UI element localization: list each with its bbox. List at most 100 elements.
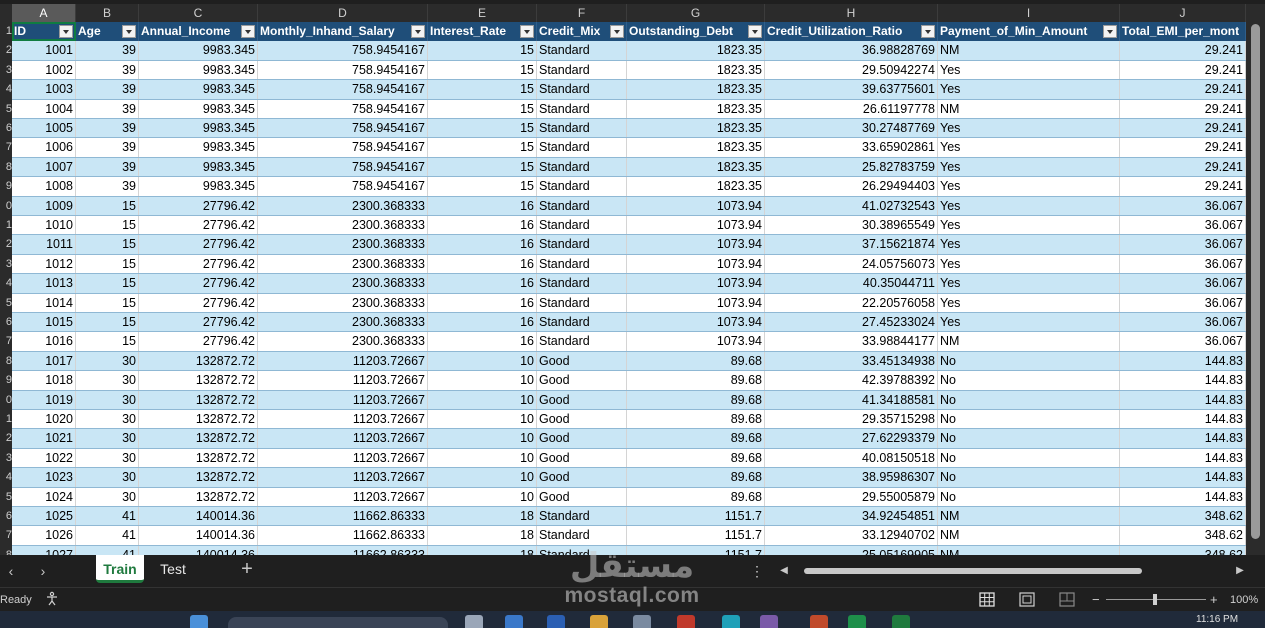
table-cell[interactable]: 11203.72667 [258, 448, 428, 469]
table-cell[interactable]: Yes [938, 138, 1120, 158]
table-cell[interactable]: 2300.368333 [258, 293, 428, 313]
taskbar-app-icon[interactable] [677, 615, 695, 628]
header-cell[interactable]: Monthly_Inhand_Salary [258, 22, 428, 42]
table-cell[interactable]: 29.241 [1120, 138, 1246, 158]
table-cell[interactable]: 39 [76, 157, 139, 178]
filter-dropdown-icon[interactable] [411, 25, 425, 38]
table-cell[interactable]: 758.9454167 [258, 60, 428, 81]
horizontal-scroll-track[interactable] [790, 564, 1234, 578]
table-cell[interactable]: 144.83 [1120, 429, 1246, 449]
table-cell[interactable]: 758.9454167 [258, 41, 428, 61]
table-cell[interactable]: 144.83 [1120, 390, 1246, 410]
table-cell[interactable]: 11203.72667 [258, 371, 428, 391]
table-cell[interactable]: 348.62 [1120, 507, 1246, 527]
table-cell[interactable]: Yes [938, 80, 1120, 100]
table-cell[interactable]: 29.55005879 [765, 487, 938, 507]
table-cell[interactable]: 1073.94 [627, 254, 765, 275]
table-cell[interactable]: No [938, 410, 1120, 430]
table-cell[interactable]: Yes [938, 293, 1120, 313]
table-cell[interactable]: 16 [428, 332, 537, 352]
table-cell[interactable]: 89.68 [627, 390, 765, 410]
table-cell[interactable]: Standard [537, 526, 627, 546]
table-cell[interactable]: 29.241 [1120, 60, 1246, 81]
table-cell[interactable]: 758.9454167 [258, 157, 428, 178]
table-cell[interactable]: 758.9454167 [258, 138, 428, 158]
table-cell[interactable]: 29.241 [1120, 177, 1246, 197]
scroll-left-icon[interactable]: ◀ [778, 564, 790, 578]
table-cell[interactable]: 41 [76, 526, 139, 546]
table-cell[interactable]: 10 [428, 448, 537, 469]
row-number[interactable]: 2 [0, 41, 12, 61]
row-number[interactable]: 6 [0, 313, 12, 333]
table-cell[interactable]: 89.68 [627, 448, 765, 469]
row-number[interactable]: 7 [0, 526, 12, 546]
table-cell[interactable]: 1001 [12, 41, 76, 61]
table-cell[interactable]: 41.02732543 [765, 196, 938, 216]
table-cell[interactable]: 39 [76, 80, 139, 100]
column-letter-e[interactable]: E [428, 4, 537, 22]
table-cell[interactable]: Good [537, 390, 627, 410]
table-cell[interactable]: 9983.345 [139, 60, 258, 81]
table-cell[interactable]: 15 [76, 293, 139, 313]
table-cell[interactable]: 30 [76, 390, 139, 410]
header-cell[interactable]: Age [76, 22, 139, 42]
table-cell[interactable]: 30.38965549 [765, 216, 938, 236]
table-cell[interactable]: Standard [537, 332, 627, 352]
table-cell[interactable]: 11203.72667 [258, 351, 428, 372]
table-cell[interactable]: 11203.72667 [258, 429, 428, 449]
table-cell[interactable]: 18 [428, 507, 537, 527]
table-cell[interactable]: 1823.35 [627, 138, 765, 158]
table-cell[interactable]: 11662.86333 [258, 526, 428, 546]
column-letter-f[interactable]: F [537, 4, 627, 22]
folder-icon[interactable] [590, 615, 608, 628]
table-cell[interactable]: 39 [76, 99, 139, 119]
table-cell[interactable]: 1010 [12, 216, 76, 236]
table-cell[interactable]: 29.241 [1120, 157, 1246, 178]
table-cell[interactable]: 89.68 [627, 429, 765, 449]
next-sheet-button[interactable]: › [34, 562, 52, 580]
table-cell[interactable]: 10 [428, 390, 537, 410]
table-cell[interactable]: 144.83 [1120, 371, 1246, 391]
table-cell[interactable]: 132872.72 [139, 410, 258, 430]
table-cell[interactable]: 41.34188581 [765, 390, 938, 410]
table-cell[interactable]: 132872.72 [139, 371, 258, 391]
table-cell[interactable]: 1151.7 [627, 545, 765, 555]
table-cell[interactable]: 27.62293379 [765, 429, 938, 449]
table-cell[interactable]: 11203.72667 [258, 410, 428, 430]
table-cell[interactable]: 144.83 [1120, 468, 1246, 488]
table-cell[interactable]: 1073.94 [627, 216, 765, 236]
table-cell[interactable]: 15 [428, 60, 537, 81]
table-cell[interactable]: 36.067 [1120, 313, 1246, 333]
table-cell[interactable]: 15 [428, 41, 537, 61]
table-cell[interactable]: 15 [428, 119, 537, 139]
table-cell[interactable]: 1026 [12, 526, 76, 546]
table-cell[interactable]: 27796.42 [139, 216, 258, 236]
table-cell[interactable]: Standard [537, 545, 627, 555]
table-cell[interactable]: 1023 [12, 468, 76, 488]
row-number[interactable]: 5 [0, 293, 12, 313]
sheet-tab-train[interactable]: Train [96, 555, 144, 583]
table-cell[interactable]: 9983.345 [139, 157, 258, 178]
table-cell[interactable]: 18 [428, 545, 537, 555]
table-cell[interactable]: 9983.345 [139, 41, 258, 61]
vertical-scroll-thumb[interactable] [1251, 24, 1260, 539]
excel-taskbar-icon[interactable] [892, 615, 910, 628]
table-cell[interactable]: 15 [76, 332, 139, 352]
row-number[interactable]: 5 [0, 487, 12, 507]
table-cell[interactable]: 30 [76, 351, 139, 372]
table-cell[interactable]: Good [537, 351, 627, 372]
filter-dropdown-icon[interactable] [748, 25, 762, 38]
row-number[interactable]: 8 [0, 351, 12, 372]
table-cell[interactable]: 89.68 [627, 351, 765, 372]
table-cell[interactable]: Standard [537, 99, 627, 119]
table-cell[interactable]: 758.9454167 [258, 119, 428, 139]
table-cell[interactable]: 39.63775601 [765, 80, 938, 100]
table-cell[interactable]: 10 [428, 487, 537, 507]
table-cell[interactable]: Standard [537, 119, 627, 139]
table-cell[interactable]: 15 [76, 313, 139, 333]
table-cell[interactable]: 39 [76, 138, 139, 158]
table-cell[interactable]: 2300.368333 [258, 216, 428, 236]
table-cell[interactable]: 16 [428, 293, 537, 313]
taskbar-app-icon[interactable] [722, 615, 740, 628]
vertical-scrollbar[interactable] [1246, 22, 1265, 555]
